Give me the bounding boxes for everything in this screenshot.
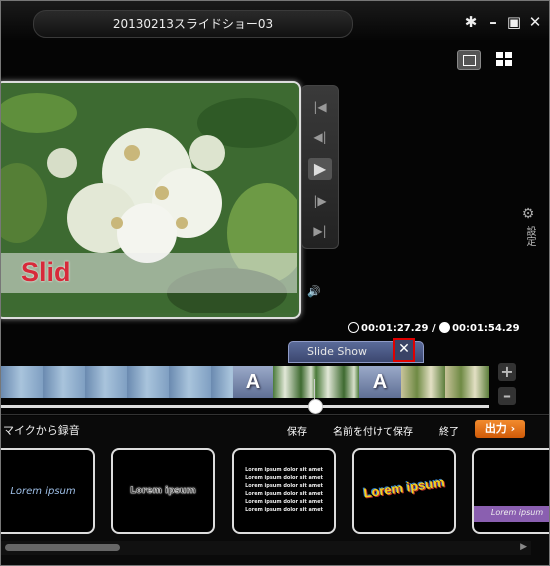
template-sample-text: Lorem ipsum: [10, 486, 76, 497]
photo-clip[interactable]: [401, 366, 489, 398]
photo-clip[interactable]: [273, 366, 359, 398]
record-from-mic-link[interactable]: マイクから録音: [3, 422, 80, 438]
next-frame-button[interactable]: |▶: [308, 190, 332, 212]
zoom-in-button[interactable]: +: [498, 363, 516, 381]
skip-to-start-button[interactable]: |◀: [308, 96, 332, 118]
template-scrollbar[interactable]: ▶: [1, 541, 531, 555]
template-tile[interactable]: Lorem ipsum: [1, 448, 95, 534]
exit-link[interactable]: 終了: [439, 423, 459, 438]
preview-pane: Slid: [1, 81, 301, 319]
scrub-bar[interactable]: [1, 405, 489, 408]
title-clip[interactable]: A: [359, 366, 401, 398]
clock-icon: [348, 322, 359, 333]
gear-icon: ⚙: [521, 206, 535, 222]
playhead-handle[interactable]: [308, 399, 323, 414]
template-tile[interactable]: Lorem ipsum: [111, 448, 215, 534]
clip-label-text: Slide Show: [307, 345, 368, 358]
template-line: Lorem ipsum dolor sit amet: [245, 467, 323, 473]
scrollbar-thumb[interactable]: [5, 544, 120, 551]
template-tile[interactable]: Lorem ipsum dolor sit amet Lorem ipsum d…: [232, 448, 336, 534]
template-sample-list: Lorem ipsum dolor sit amet Lorem ipsum d…: [234, 466, 334, 514]
bottom-menu-bar: マイクから録音 保存 名前を付けて保存 終了 出力 ›: [1, 418, 549, 440]
save-as-link[interactable]: 名前を付けて保存: [333, 423, 413, 438]
template-line: Lorem ipsum dolor sit amet: [245, 483, 323, 489]
timeline-clip[interactable]: [1, 366, 233, 398]
title-bar: 20130213スライドショー03 ✱ – ▣ ✕: [1, 1, 549, 41]
divider: [1, 414, 549, 415]
grid-view-icon: [496, 52, 512, 66]
template-line: Lorem ipsum dolor sit amet: [245, 507, 323, 513]
template-line: Lorem ipsum dolor sit amet: [245, 491, 323, 497]
timeline-track[interactable]: A A: [1, 366, 489, 398]
window-title: 20130213スライドショー03: [33, 10, 353, 38]
overlay-title-text: Slid: [21, 257, 71, 287]
template-tile[interactable]: Lorem ipsum: [352, 448, 456, 534]
output-button[interactable]: 出力 ›: [475, 420, 525, 438]
grid-view-button[interactable]: [493, 50, 515, 68]
settings-button[interactable]: ⚙ 設定: [516, 206, 540, 246]
time-separator: /: [431, 323, 436, 334]
clip-close-button[interactable]: ✕: [393, 338, 415, 362]
settings-gear-icon[interactable]: ✱: [463, 14, 479, 30]
volume-icon[interactable]: 🔊: [307, 285, 321, 298]
play-button[interactable]: ▶: [308, 158, 332, 180]
current-time: 00:01:27.29: [361, 323, 429, 334]
app-window: 20130213スライドショー03 ✱ – ▣ ✕ Slid |◀ ◀| ▶ |…: [0, 0, 550, 566]
template-sample-text: Lorem ipsum: [130, 486, 196, 497]
title-clip[interactable]: A: [233, 366, 273, 398]
previous-frame-button[interactable]: ◀|: [308, 126, 332, 148]
save-link[interactable]: 保存: [287, 423, 307, 438]
clock-filled-icon: [439, 322, 451, 333]
single-view-icon: [463, 55, 476, 66]
playhead-line: [314, 379, 315, 401]
scroll-right-arrow-icon[interactable]: ▶: [520, 542, 527, 552]
total-time: 00:01:54.29: [452, 323, 520, 334]
transport-controls: |◀ ◀| ▶ |▶ ▶|: [301, 85, 339, 249]
template-line: Lorem ipsum dolor sit amet: [245, 499, 323, 505]
skip-to-end-button[interactable]: ▶|: [308, 220, 332, 242]
template-sample-text: Lorem ipsum: [362, 474, 446, 501]
template-line: Lorem ipsum dolor sit amet: [245, 475, 323, 481]
close-window-button[interactable]: ✕: [527, 14, 543, 30]
time-display: 00:01:27.29 / 00:01:54.29: [348, 322, 520, 334]
single-view-button[interactable]: [457, 50, 481, 70]
template-sample-text: Lorem ipsum: [490, 508, 544, 517]
maximize-button[interactable]: ▣: [506, 14, 522, 30]
zoom-out-button[interactable]: –: [498, 387, 516, 405]
settings-label: 設定: [524, 226, 535, 246]
template-tile[interactable]: Lorem ipsum: [472, 448, 549, 534]
minimize-button[interactable]: –: [485, 14, 501, 30]
